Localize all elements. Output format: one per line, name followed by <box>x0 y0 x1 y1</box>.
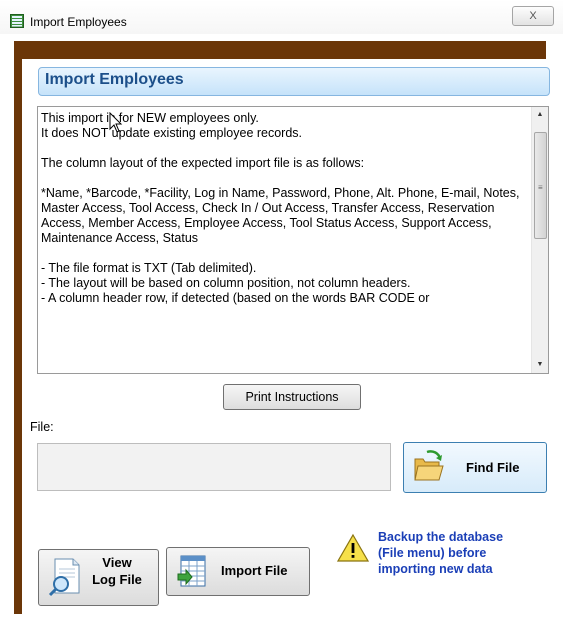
view-log-label-line-1: View <box>102 555 132 570</box>
scroll-thumb[interactable]: ≡ <box>534 132 547 239</box>
spreadsheet-import-icon <box>177 555 206 587</box>
file-path-field[interactable] <box>37 443 391 491</box>
find-file-button[interactable]: Find File <box>403 442 547 493</box>
section-header-title: Import Employees <box>45 71 184 88</box>
scroll-up-arrow-icon[interactable]: ▲ <box>532 107 548 123</box>
warning-line-2: (File menu) before <box>378 546 487 560</box>
import-file-label: Import File <box>221 563 288 578</box>
print-instructions-button[interactable]: Print Instructions <box>223 384 361 410</box>
vertical-scrollbar[interactable]: ▲ ≡ ▼ <box>531 107 548 373</box>
warning-line-3: importing new data <box>378 562 493 576</box>
instructions-text: This import is for NEW employees only. I… <box>41 111 520 305</box>
file-label: File: <box>30 420 54 434</box>
mouse-cursor-icon <box>109 112 123 133</box>
backup-warning-text: Backup the database (File menu) before i… <box>378 529 538 577</box>
folder-open-icon <box>414 450 444 481</box>
window-title: Import Employees <box>30 15 127 29</box>
employee-import-icon <box>10 14 24 28</box>
scroll-down-arrow-icon[interactable]: ▼ <box>532 357 548 373</box>
title-bar: Import Employees X <box>0 0 563 34</box>
close-button[interactable]: X <box>512 6 554 26</box>
document-search-icon <box>48 558 80 597</box>
view-log-label-line-2: Log File <box>92 572 142 587</box>
find-file-label: Find File <box>466 460 520 475</box>
import-employees-window: Import Employees X Import Employees This… <box>0 0 563 624</box>
view-log-file-label: View Log File <box>87 554 147 588</box>
import-file-button[interactable]: Import File <box>166 547 310 596</box>
warning-line-1: Backup the database <box>378 530 504 544</box>
instructions-textarea[interactable]: This import is for NEW employees only. I… <box>37 106 549 374</box>
grip-icon: ≡ <box>538 183 543 192</box>
view-log-file-button[interactable]: View Log File <box>38 549 159 606</box>
warning-icon <box>337 533 369 562</box>
